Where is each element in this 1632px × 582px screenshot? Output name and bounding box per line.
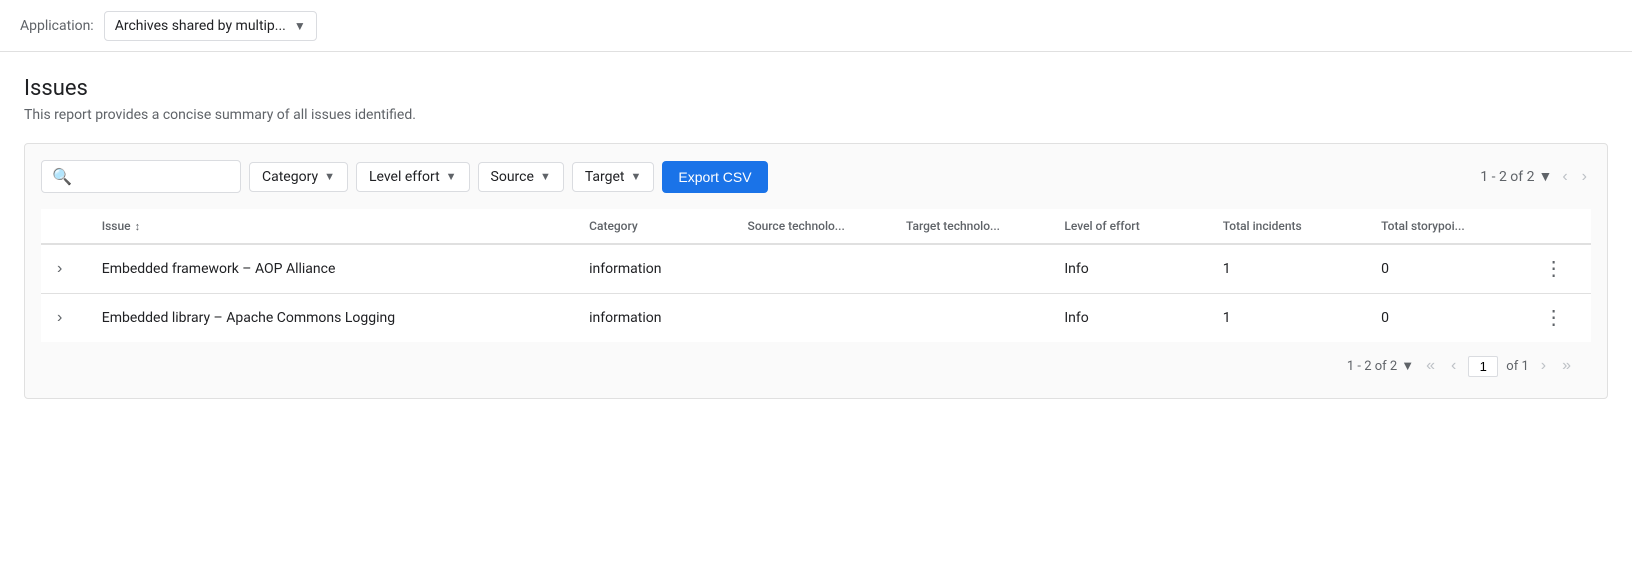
th-category: Category xyxy=(577,209,735,244)
row2-category: information xyxy=(577,294,735,343)
export-csv-button[interactable]: Export CSV xyxy=(662,161,767,193)
row2-source xyxy=(736,294,894,343)
next-page-button[interactable]: › xyxy=(1578,165,1591,189)
row1-actions: ⋮ xyxy=(1528,244,1591,294)
page-subtitle: This report provides a concise summary o… xyxy=(24,107,1608,123)
th-incidents: Total incidents xyxy=(1211,209,1369,244)
row1-storypoints: 0 xyxy=(1369,244,1527,294)
next-page-btn[interactable]: › xyxy=(1537,354,1550,378)
prev-page-button[interactable]: ‹ xyxy=(1558,165,1571,189)
source-filter-label: Source xyxy=(491,169,534,185)
table-header-row: Issue ↕ Category Source technolo... Targ… xyxy=(41,209,1591,244)
sort-icon: ↕ xyxy=(135,220,141,233)
source-chevron: ▼ xyxy=(540,170,551,183)
app-select-dropdown[interactable]: Archives shared by multip... ▼ xyxy=(104,11,317,41)
row1-category: information xyxy=(577,244,735,294)
row1-incidents: 1 xyxy=(1211,244,1369,294)
row2-storypoints: 0 xyxy=(1369,294,1527,343)
top-bar: Application: Archives shared by multip..… xyxy=(0,0,1632,52)
level-effort-filter[interactable]: Level effort ▼ xyxy=(356,162,470,192)
th-target-label: Target technolo... xyxy=(906,219,1000,233)
bottom-page-select[interactable]: 1 - 2 of 2 ▼ xyxy=(1347,358,1414,374)
row1-source xyxy=(736,244,894,294)
last-icon: » xyxy=(1562,357,1571,374)
prev-page-btn[interactable]: ‹ xyxy=(1447,354,1460,378)
expand-row1-button[interactable]: › xyxy=(53,260,66,278)
th-effort: Level of effort xyxy=(1052,209,1210,244)
of-label: of 1 xyxy=(1506,359,1528,374)
th-target: Target technolo... xyxy=(894,209,1052,244)
category-chevron: ▼ xyxy=(324,170,335,183)
level-effort-label: Level effort xyxy=(369,169,440,185)
th-storypoints-label: Total storypoi... xyxy=(1381,219,1465,233)
row1-effort: Info xyxy=(1052,244,1210,294)
expand-row2-button[interactable]: › xyxy=(53,309,66,327)
target-chevron: ▼ xyxy=(631,170,642,183)
toolbar-pagination: 1 - 2 of 2 ▼ ‹ › xyxy=(1480,165,1591,189)
row2-effort: Info xyxy=(1052,294,1210,343)
row2-more-button[interactable]: ⋮ xyxy=(1540,308,1568,328)
pagination-chevron: ▼ xyxy=(1538,168,1552,185)
next-icon: › xyxy=(1541,357,1546,374)
th-expand xyxy=(41,209,90,244)
table-container: 🔍 Category ▼ Level effort ▼ Source ▼ Tar… xyxy=(24,143,1608,399)
page-title: Issues xyxy=(24,76,1608,101)
row1-issue: Embedded framework – AOP Alliance xyxy=(90,244,577,294)
th-incidents-label: Total incidents xyxy=(1223,219,1302,233)
last-page-btn[interactable]: » xyxy=(1558,354,1575,378)
table-row: › Embedded framework – AOP Alliance info… xyxy=(41,244,1591,294)
source-filter[interactable]: Source ▼ xyxy=(478,162,564,192)
row2-expand: › xyxy=(41,294,90,343)
table-row: › Embedded library – Apache Commons Logg… xyxy=(41,294,1591,343)
app-select-value: Archives shared by multip... xyxy=(115,18,286,34)
row2-actions: ⋮ xyxy=(1528,294,1591,343)
app-select-chevron: ▼ xyxy=(294,19,306,33)
row2-target xyxy=(894,294,1052,343)
search-box[interactable]: 🔍 xyxy=(41,160,241,193)
main-content: Issues This report provides a concise su… xyxy=(0,52,1632,415)
th-storypoints: Total storypoi... xyxy=(1369,209,1527,244)
bottom-chevron: ▼ xyxy=(1401,358,1414,374)
th-issue-label: Issue xyxy=(102,219,131,233)
target-filter-label: Target xyxy=(585,169,625,185)
bottom-pagination: 1 - 2 of 2 ▼ « ‹ of 1 › » xyxy=(41,342,1591,382)
th-issue: Issue ↕ xyxy=(90,209,577,244)
th-effort-label: Level of effort xyxy=(1064,219,1139,233)
th-actions xyxy=(1528,209,1591,244)
export-label: Export CSV xyxy=(678,169,751,185)
target-filter[interactable]: Target ▼ xyxy=(572,162,655,192)
row1-expand: › xyxy=(41,244,90,294)
row2-incidents: 1 xyxy=(1211,294,1369,343)
th-source-label: Source technolo... xyxy=(748,219,845,233)
th-category-label: Category xyxy=(589,219,638,233)
page-number-input[interactable] xyxy=(1468,356,1498,377)
th-source: Source technolo... xyxy=(736,209,894,244)
search-icon: 🔍 xyxy=(52,167,72,186)
row1-target xyxy=(894,244,1052,294)
page-count[interactable]: 1 - 2 of 2 ▼ xyxy=(1480,168,1552,185)
pagination-range: 1 - 2 of 2 xyxy=(1480,169,1534,185)
app-label: Application: xyxy=(20,18,94,34)
level-effort-chevron: ▼ xyxy=(446,170,457,183)
category-filter-label: Category xyxy=(262,169,318,185)
toolbar: 🔍 Category ▼ Level effort ▼ Source ▼ Tar… xyxy=(41,160,1591,193)
prev-icon: ‹ xyxy=(1451,357,1456,374)
row1-more-button[interactable]: ⋮ xyxy=(1540,259,1568,279)
search-input[interactable] xyxy=(78,169,230,185)
category-filter[interactable]: Category ▼ xyxy=(249,162,348,192)
bottom-range: 1 - 2 of 2 xyxy=(1347,359,1397,374)
first-page-button[interactable]: « xyxy=(1422,354,1439,378)
issues-table: Issue ↕ Category Source technolo... Targ… xyxy=(41,209,1591,342)
first-icon: « xyxy=(1426,357,1435,374)
row2-issue: Embedded library – Apache Commons Loggin… xyxy=(90,294,577,343)
